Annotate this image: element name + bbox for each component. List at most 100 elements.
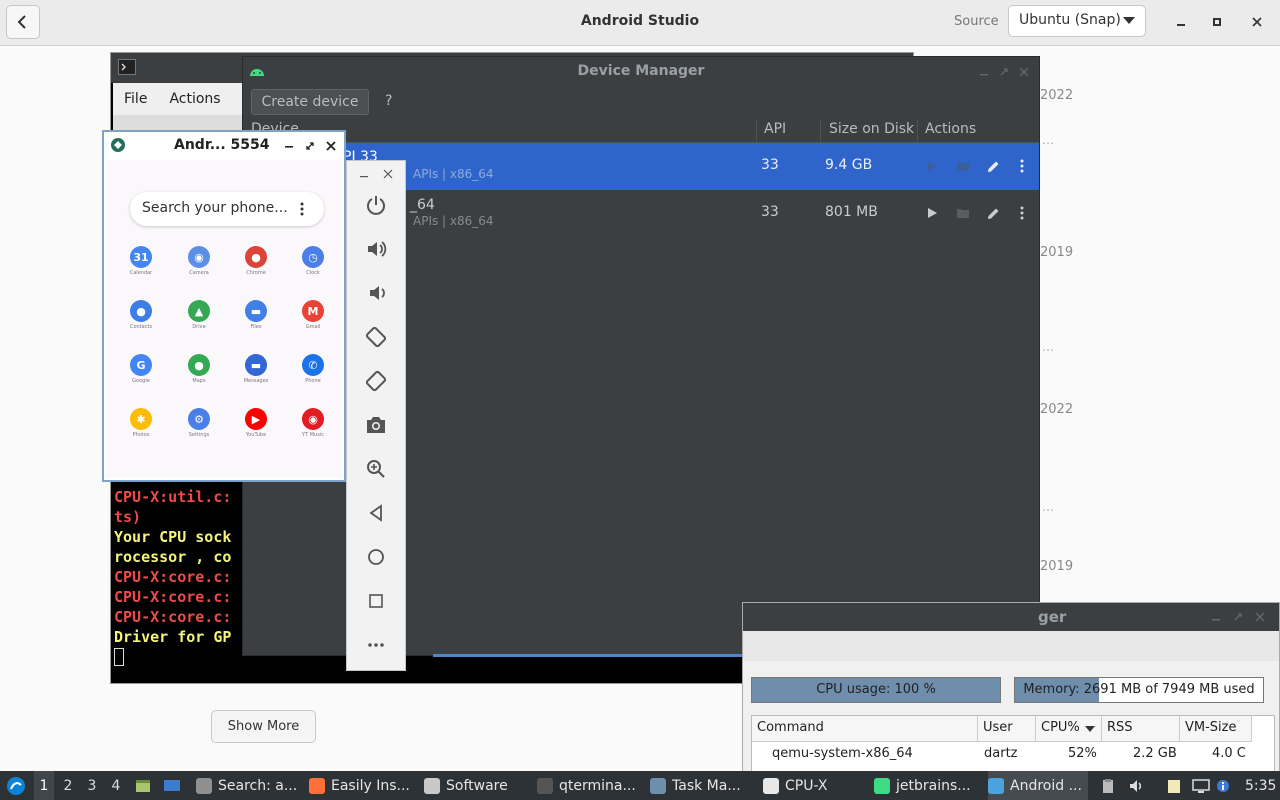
rotate-left-button[interactable] — [361, 322, 391, 352]
back-nav-button[interactable] — [361, 498, 391, 528]
minimize-icon[interactable] — [979, 67, 989, 77]
clock[interactable]: 5:35 — [1245, 771, 1276, 800]
maximize-icon[interactable] — [305, 141, 315, 151]
kebab-menu-icon[interactable] — [300, 202, 304, 216]
workspace-4[interactable]: 4 — [106, 771, 126, 800]
app-icon-messages[interactable]: ▬ — [245, 354, 267, 376]
maximize-button[interactable] — [1208, 13, 1226, 31]
app-icon-contacts[interactable]: ● — [130, 300, 152, 322]
minimize-icon[interactable] — [359, 171, 369, 181]
taskbar-window-button[interactable]: jetbrains... — [874, 771, 984, 800]
close-button[interactable] — [1248, 13, 1266, 31]
app-icon-drive[interactable]: ▲ — [188, 300, 210, 322]
column-api[interactable]: API — [764, 121, 786, 137]
workspace-2[interactable]: 2 — [58, 771, 78, 800]
close-icon[interactable] — [1019, 67, 1029, 77]
taskbar-window-button[interactable]: qtermina... — [537, 771, 645, 800]
app-icon-camera[interactable]: ◉ — [188, 246, 210, 268]
tray-updates[interactable] — [1216, 771, 1230, 800]
taskbar-window-button[interactable]: Easily Ins... — [309, 771, 419, 800]
workspace-3[interactable]: 3 — [82, 771, 102, 800]
column-vm-size[interactable]: VM-Size — [1180, 716, 1252, 742]
minimize-icon[interactable] — [1211, 612, 1221, 622]
taskbar-window-label: Search: a... — [218, 777, 298, 794]
app-icon-files[interactable]: ▬ — [245, 300, 267, 322]
column-cpu[interactable]: CPU% — [1036, 716, 1102, 742]
app-icon-maps[interactable]: ● — [188, 354, 210, 376]
close-icon[interactable] — [326, 141, 336, 151]
volume-up-button[interactable] — [361, 234, 391, 264]
taskbar-window-button[interactable]: Search: a... — [196, 771, 304, 800]
volume-down-button[interactable] — [361, 278, 391, 308]
app-label: Maps — [192, 378, 206, 384]
tray-volume[interactable] — [1128, 771, 1144, 800]
column-user[interactable]: User — [978, 716, 1036, 742]
maximize-icon[interactable] — [1233, 612, 1243, 622]
close-icon[interactable] — [383, 169, 393, 179]
app-icon-clock[interactable]: ◷ — [302, 246, 324, 268]
rotate-right-button[interactable] — [361, 366, 391, 396]
maximize-icon[interactable] — [999, 67, 1009, 77]
app-icon-youtube[interactable]: ▶ — [245, 408, 267, 430]
menu-file[interactable]: File — [113, 91, 158, 107]
screenshot-button[interactable] — [361, 410, 391, 440]
task-manager-titlebar: ger — [743, 603, 1279, 631]
show-more-button[interactable]: Show More — [211, 710, 316, 743]
taskbar-window-button[interactable]: Software — [424, 771, 532, 800]
zoom-button[interactable] — [361, 454, 391, 484]
app-icon-photos[interactable]: ✱ — [130, 408, 152, 430]
column-rss[interactable]: RSS — [1102, 716, 1180, 742]
triangle-back-icon — [369, 504, 382, 522]
more-button[interactable] — [361, 630, 391, 660]
source-dropdown[interactable]: Ubuntu (Snap) — [1008, 5, 1146, 37]
edit-button[interactable] — [984, 204, 1002, 222]
ellipsis-icon: … — [1042, 340, 1054, 354]
lubuntu-logo-icon — [7, 776, 25, 795]
taskbar-window-button[interactable]: CPU-X — [763, 771, 869, 800]
help-button[interactable]: ? — [385, 93, 392, 109]
terminal-line: Your CPU sock — [114, 528, 232, 546]
column-command[interactable]: Command — [752, 716, 978, 742]
launch-button[interactable] — [923, 204, 941, 222]
show-desktop-button[interactable] — [134, 771, 152, 800]
tray-display[interactable] — [1192, 771, 1210, 800]
column-size[interactable]: Size on Disk — [829, 121, 914, 137]
terminal-line: CPU-X:core.c: — [114, 588, 232, 606]
phone-search-bar[interactable]: Search your phone... — [130, 192, 324, 226]
home-button[interactable] — [361, 542, 391, 572]
app-icon-google[interactable]: G — [130, 354, 152, 376]
app-icon-calendar[interactable]: 31 — [130, 246, 152, 268]
process-command[interactable]: qemu-system-x86_64 — [772, 746, 913, 761]
more-options-button[interactable] — [1013, 157, 1031, 175]
start-menu-button[interactable] — [6, 771, 26, 800]
edit-button[interactable] — [984, 157, 1002, 175]
app-icon-yt-music[interactable]: ◉ — [302, 408, 324, 430]
speaker-icon — [1130, 779, 1142, 792]
desktop-button[interactable] — [163, 771, 181, 800]
terminal-line: Driver for GP — [114, 628, 232, 646]
tray-clipboard[interactable] — [1100, 771, 1116, 800]
minimize-button[interactable] — [1172, 13, 1190, 31]
phone-screen[interactable]: Search your phone... 31 Calendar ◉ Camera ● C… — [106, 160, 342, 478]
workspace-1[interactable]: 1 — [34, 771, 54, 800]
open-folder-button[interactable] — [954, 157, 972, 175]
close-icon[interactable] — [1255, 612, 1265, 622]
taskbar-window-button[interactable]: Android ... — [988, 771, 1088, 800]
open-folder-button[interactable] — [954, 204, 972, 222]
app-icon-phone[interactable]: ✆ — [302, 354, 324, 376]
overview-button[interactable] — [361, 586, 391, 616]
monitor-icon — [1192, 778, 1210, 793]
clipboard-icon — [1103, 778, 1113, 793]
taskbar-window-button[interactable]: Task Ma... — [650, 771, 758, 800]
more-options-button[interactable] — [1013, 204, 1031, 222]
power-button[interactable] — [361, 190, 391, 220]
menu-actions[interactable]: Actions — [158, 91, 231, 107]
app-icon-settings[interactable]: ⚙ — [188, 408, 210, 430]
minimize-icon[interactable] — [284, 141, 294, 151]
app-icon-gmail[interactable]: M — [302, 300, 324, 322]
app-icon-chrome[interactable]: ● — [245, 246, 267, 268]
tray-notes[interactable] — [1166, 771, 1182, 800]
launch-button[interactable] — [923, 157, 941, 175]
task-manager-title: ger — [1038, 608, 1067, 626]
create-device-button[interactable]: Create device — [251, 89, 369, 115]
